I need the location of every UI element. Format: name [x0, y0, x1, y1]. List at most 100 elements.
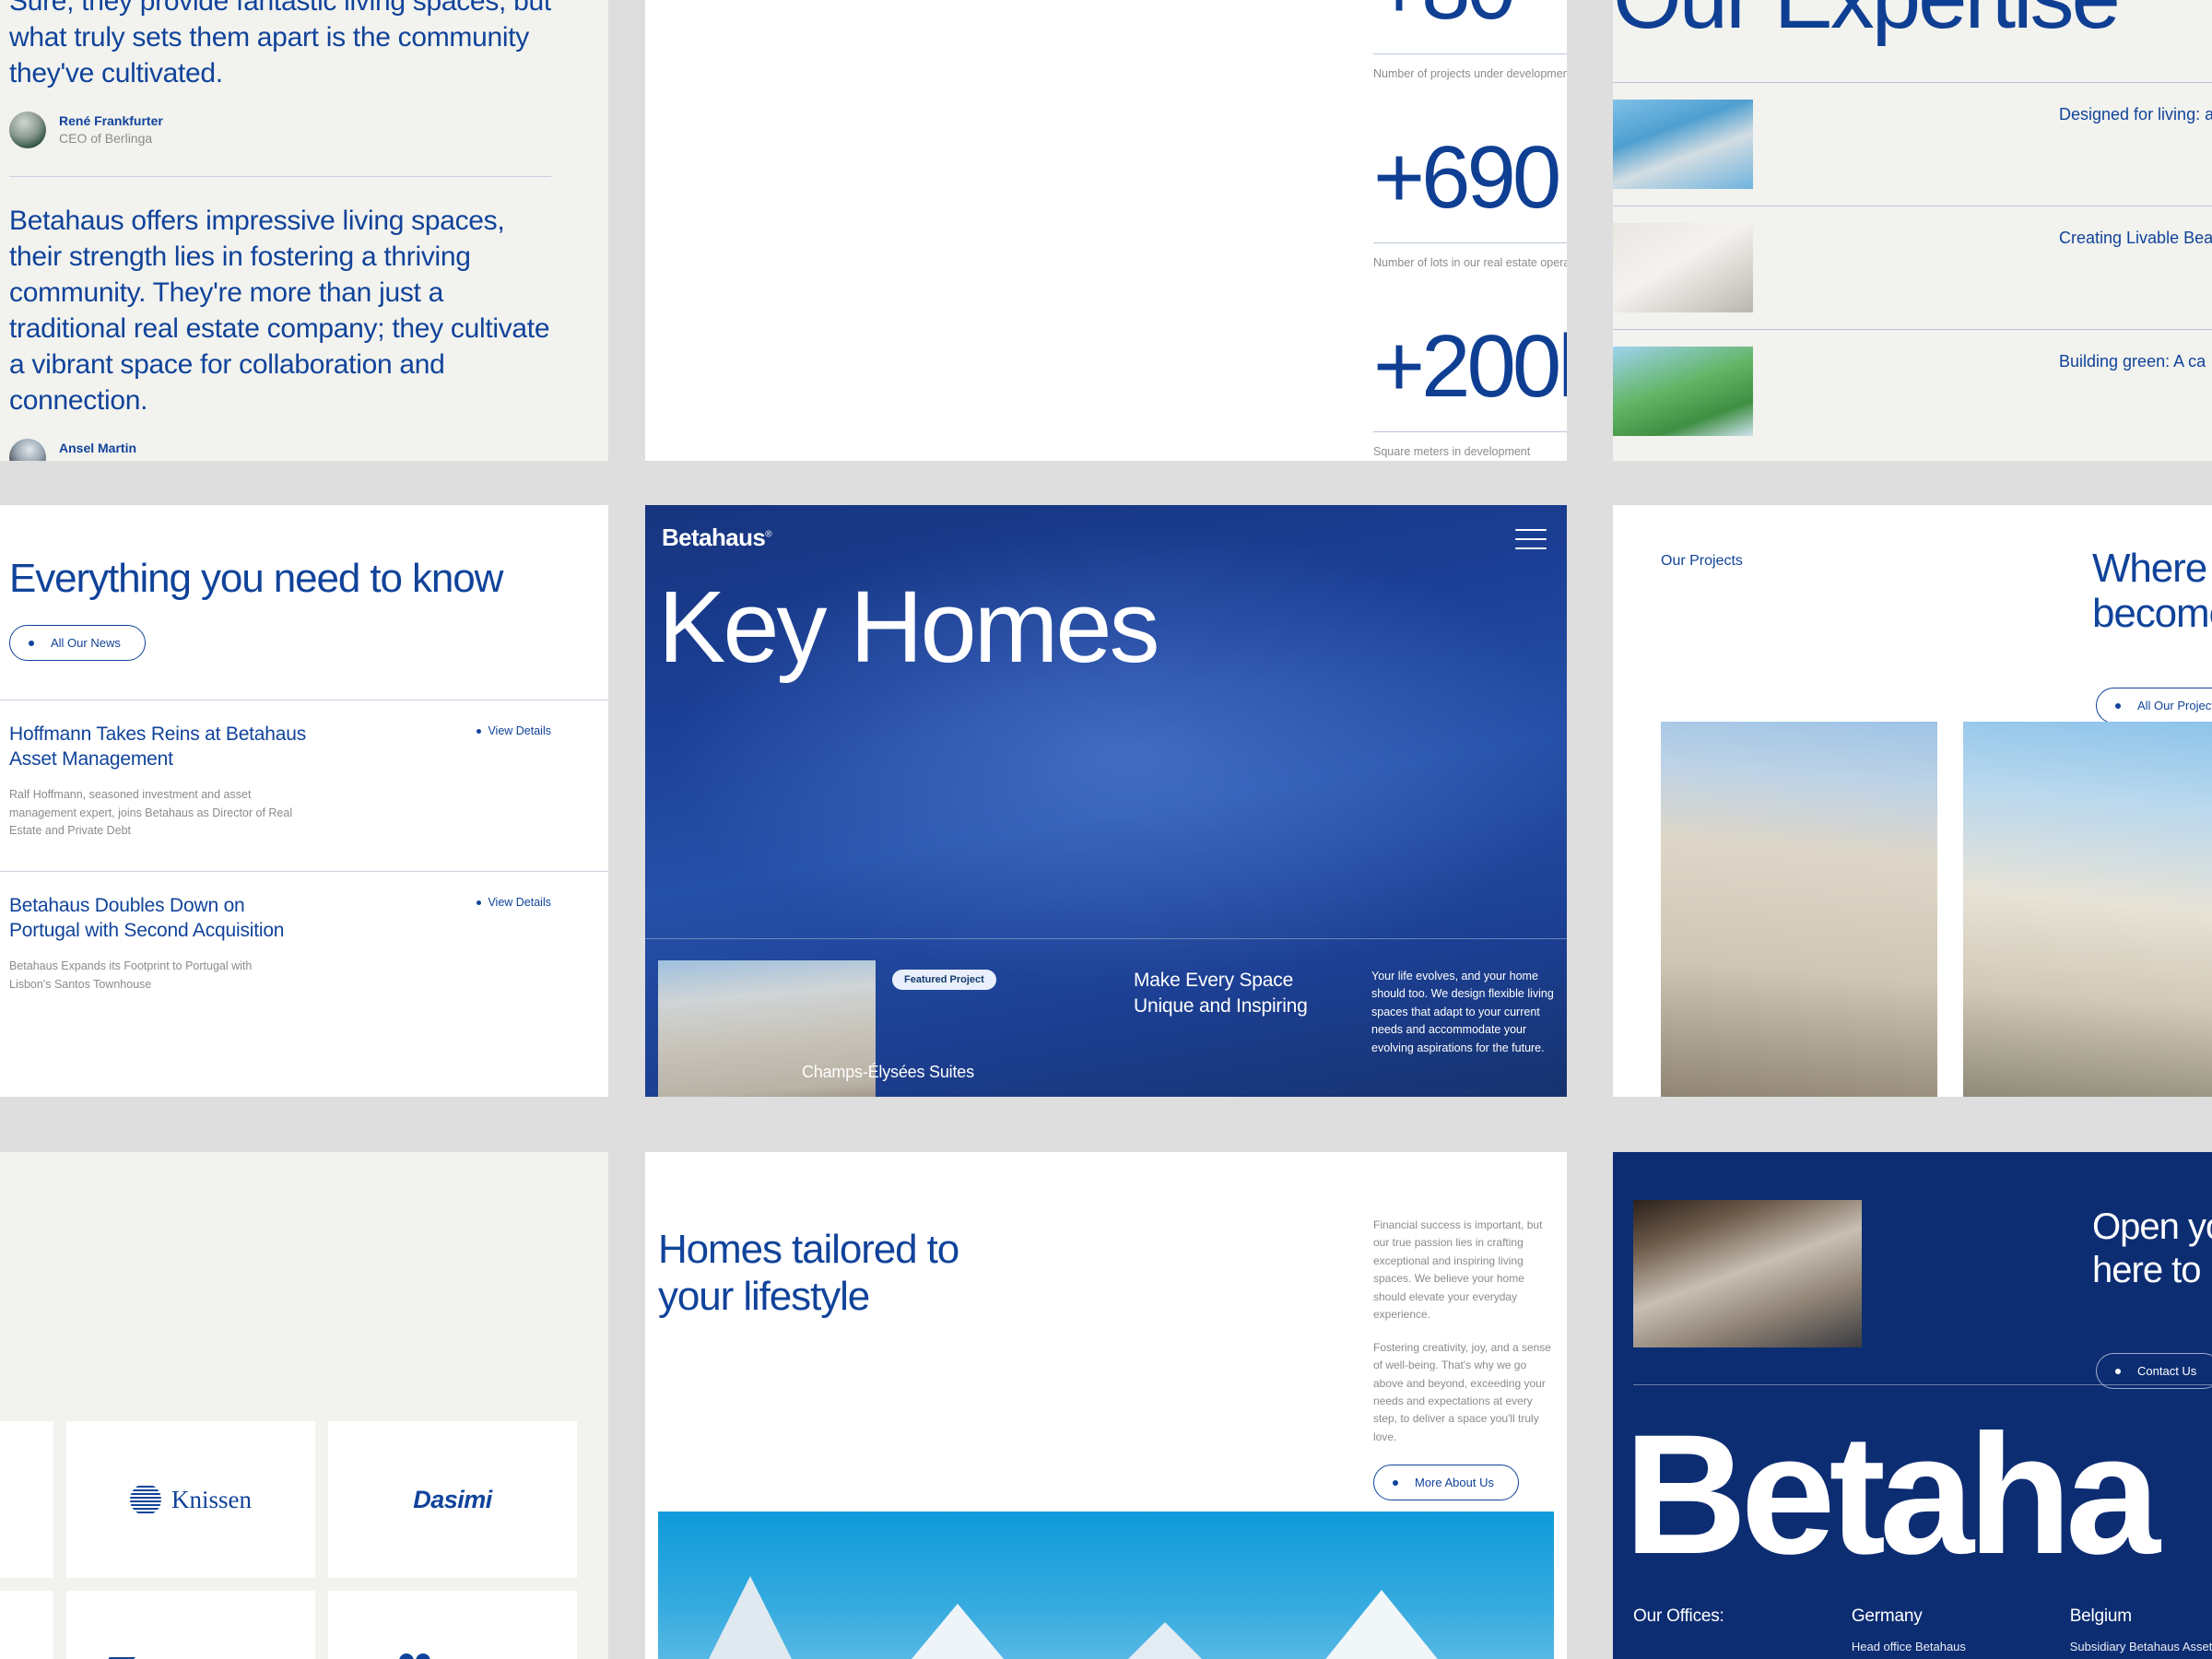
lifestyle-title: Homes tailored to your lifestyle	[658, 1226, 959, 1320]
news-headline: Betahaus Doubles Down on Portugal with S…	[9, 895, 285, 941]
divider	[1373, 431, 1567, 432]
bullet-icon	[2115, 1368, 2121, 1374]
testimonial-author-name: René Frankfurter	[59, 113, 163, 129]
news-panel: Everything you need to know All Our News…	[0, 505, 608, 1097]
betahaus-logo[interactable]: Betahaus®	[662, 524, 772, 552]
team-photo	[1633, 1200, 1862, 1347]
news-list-item[interactable]: Betahaus Doubles Down on Portugal with S…	[0, 871, 608, 1025]
stats-panel: +80 Number of projects under development…	[645, 0, 1567, 461]
view-details-link[interactable]: View Details	[477, 724, 551, 737]
footer-title: Open your here to liste	[2092, 1206, 2212, 1292]
testimonial-author-name: Ansel Martin	[59, 441, 137, 456]
stat-item: +200k Square meters in development	[1373, 323, 1567, 458]
stats-list: +80 Number of projects under development…	[1373, 0, 1567, 461]
projects-gallery	[1661, 722, 2212, 1097]
lifestyle-panel: Homes tailored to your lifestyle Financi…	[645, 1152, 1567, 1659]
partner-logo-cell[interactable]: BERLINGA	[0, 1591, 53, 1659]
projects-label: Our Projects	[1661, 553, 1743, 569]
bullet-icon	[1393, 1479, 1398, 1486]
lifestyle-title-line2: your lifestyle	[658, 1274, 870, 1320]
expertise-item[interactable]: Designed for living: architecture enhanc…	[1613, 82, 2212, 206]
testimonial-quote: Sure, they provide fantastic living spac…	[9, 0, 551, 88]
testimonial-author-role: CEO of Knissen	[59, 457, 151, 461]
all-our-news-button[interactable]: All Our News	[9, 625, 146, 662]
view-details-link[interactable]: View Details	[477, 896, 551, 909]
projects-title: Where become	[2092, 546, 2212, 637]
expertise-item-label: Designed for living: architecture enhanc…	[2059, 105, 2212, 124]
divider	[1633, 1384, 2212, 1385]
expertise-panel: Our Expertise Designed for living: archi…	[1613, 0, 2212, 461]
testimonials-panel: Sure, they provide fantastic living spac…	[0, 0, 608, 461]
testimonial-author: Ansel Martin CEO of Knissen	[9, 439, 551, 461]
hero-tagline: Make Every Space Unique and Inspiring	[1134, 968, 1308, 1018]
partner-logo-cell[interactable]: Dasimi	[328, 1421, 577, 1578]
divider	[1373, 242, 1567, 243]
all-our-projects-button[interactable]: All Our Projects	[2096, 688, 2212, 724]
stat-label: Number of lots in our real estate operat…	[1373, 256, 1567, 269]
expertise-list: Designed for living: architecture enhanc…	[1613, 82, 2212, 453]
view-details-label: View Details	[488, 896, 551, 910]
contact-footer-panel: Open your here to liste Contact Us Betah…	[1613, 1152, 2212, 1659]
featured-project-caption: Champs-Élysées Suites	[802, 1063, 974, 1081]
lifestyle-image	[658, 1512, 1554, 1659]
hero-tagline-line1: Make Every Space	[1134, 970, 1294, 991]
lifestyle-paragraph: Fostering creativity, joy, and a sense o…	[1373, 1340, 1551, 1443]
all-our-news-label: All Our News	[51, 636, 121, 651]
expertise-item[interactable]: Building green: A ca	[1613, 329, 2212, 453]
footer-title-line2: here to liste	[2092, 1250, 2212, 1291]
footer-title-line1: Open your	[2092, 1206, 2212, 1247]
expertise-item[interactable]: Creating Livable Beauty: Functional Inte…	[1613, 206, 2212, 329]
avatar	[9, 439, 46, 461]
projects-title-line2: become	[2092, 591, 2212, 637]
contact-us-label: Contact Us	[2137, 1364, 2197, 1378]
page-canvas: Sure, they provide fantastic living spac…	[0, 0, 2212, 1659]
partner-logo-cell[interactable]: elevanten	[0, 1421, 53, 1578]
testimonial-author: René Frankfurter CEO of Berlinga	[9, 112, 551, 148]
partner-logo-cell[interactable]: FRANKFURT	[66, 1591, 315, 1659]
office-detail: Subsidiary Betahaus Asset M	[2069, 1640, 2212, 1653]
partner-logo-grid: elevanten Knissen Dasimi BERLINGA FRANKF…	[0, 1421, 577, 1659]
stat-item: +690 Number of lots in our real estate o…	[1373, 134, 1567, 269]
partner-logo-cell[interactable]: Knissen	[66, 1421, 315, 1578]
stat-label: Number of projects under development in …	[1373, 67, 1567, 80]
lifestyle-paragraph: Financial success is important, but our …	[1373, 1218, 1543, 1322]
footer-wordmark: Betaha	[1624, 1400, 2160, 1590]
office-entry: Belgium Subsidiary Betahaus Asset M	[2070, 1606, 2212, 1653]
bullet-icon	[477, 728, 482, 734]
news-list-item[interactable]: Hoffmann Takes Reins at Betahaus Asset M…	[0, 700, 608, 871]
bullet-icon	[2115, 702, 2121, 709]
testimonial-author-role: CEO of Berlinga	[59, 131, 153, 146]
stat-item: +80 Number of projects under development…	[1373, 0, 1567, 80]
partner-logo-cell[interactable]: Zen.io	[328, 1591, 577, 1659]
registered-trademark-icon: ®	[765, 529, 772, 540]
hamburger-menu-icon[interactable]	[1515, 529, 1547, 557]
more-about-us-button[interactable]: More About Us	[1373, 1465, 1519, 1501]
project-image[interactable]	[1661, 722, 1937, 1097]
projects-title-line1: Where	[2092, 546, 2207, 591]
view-details-label: View Details	[488, 724, 551, 738]
projects-panel: Our Projects Where become All Our Projec…	[1613, 505, 2212, 1097]
zen-clover-icon	[399, 1653, 431, 1659]
hero-tagline-line2: Unique and Inspiring	[1134, 994, 1308, 1017]
stat-value: +690	[1373, 128, 1561, 227]
stat-value: +200k	[1373, 317, 1567, 416]
office-detail: Head office Betahaus	[1851, 1640, 1966, 1653]
partner-logo-label: Knissen	[171, 1485, 252, 1513]
hero-panel: Betahaus® Key Homes Featured Project Cha…	[645, 505, 1567, 1097]
divider	[9, 176, 551, 177]
footer-offices: Our Offices: Germany Head office Betahau…	[1633, 1606, 2212, 1653]
bullet-icon	[477, 900, 482, 905]
bullet-icon	[29, 640, 34, 646]
expertise-item-label: Building green: A ca	[2059, 352, 2206, 371]
more-about-us-label: More About Us	[1415, 1476, 1494, 1490]
expertise-title: Our Expertise	[1613, 0, 2212, 42]
betahaus-logo-text: Betahaus	[662, 524, 766, 551]
news-headline: Hoffmann Takes Reins at Betahaus Asset M…	[9, 724, 307, 770]
partner-logo-label: Dasimi	[413, 1485, 492, 1513]
hero-paragraph: Your life evolves, and your home should …	[1371, 970, 1554, 1054]
project-image[interactable]	[1963, 722, 2212, 1097]
lifestyle-title-line1: Homes tailored to	[658, 1227, 959, 1272]
divider	[645, 938, 1567, 939]
offices-label: Our Offices:	[1633, 1606, 1724, 1626]
stat-value: +80	[1373, 0, 1567, 33]
